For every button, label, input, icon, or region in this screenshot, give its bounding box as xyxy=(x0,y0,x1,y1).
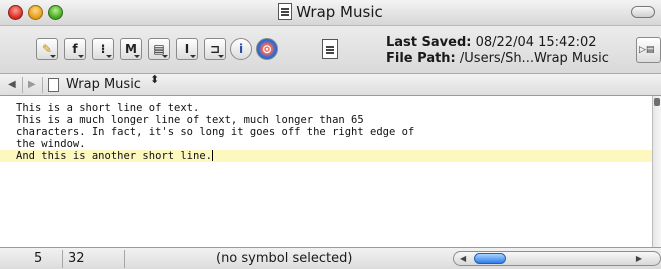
text-line: characters. In fact, it's so long it goe… xyxy=(16,126,415,138)
document-menu-updown-icon[interactable]: ⬍ xyxy=(150,74,159,85)
dropdown-triangle-icon xyxy=(218,55,224,58)
status-bar: 5 32 (no symbol selected) ◀ ▶ xyxy=(0,247,661,269)
dropdown-triangle-icon xyxy=(50,55,56,58)
markers-button[interactable]: ⁝ xyxy=(92,38,114,60)
documents-button[interactable]: ▤ xyxy=(148,38,170,60)
text-cursor-button[interactable]: I xyxy=(176,38,198,60)
toolbar-toggle-button[interactable] xyxy=(631,6,655,18)
document-menu-title[interactable]: Wrap Music xyxy=(66,77,141,92)
nav-divider xyxy=(42,77,43,93)
text-editor[interactable]: This is a short line of text. This is a … xyxy=(0,96,652,247)
window-title: Wrap Music xyxy=(296,3,383,21)
folder-button[interactable]: ⊐ xyxy=(204,38,226,60)
editor-window: Wrap Music ✎ f ⁝ M ▤ I ⊐ i ⊙ Last Saved:… xyxy=(0,0,661,269)
text-caret xyxy=(211,150,213,161)
status-divider xyxy=(124,250,125,268)
markers-icon: ⁝ xyxy=(100,42,106,56)
functions-button[interactable]: f xyxy=(64,38,86,60)
folder-icon: ⊐ xyxy=(209,42,221,56)
info-icon: i xyxy=(238,42,244,56)
get-info-button[interactable]: i xyxy=(230,38,252,60)
document-small-icon xyxy=(48,78,59,92)
text-line: the window. xyxy=(16,138,86,150)
current-line-text: And this is another short line. xyxy=(16,150,212,162)
toolbar: ✎ f ⁝ M ▤ I ⊐ i ⊙ Last Saved: 08/22/04 1… xyxy=(0,26,661,74)
title-bar: Wrap Music xyxy=(0,0,661,26)
document-proxy-icon[interactable] xyxy=(278,3,293,20)
macros-button[interactable]: M xyxy=(120,38,142,60)
dropdown-triangle-icon xyxy=(162,55,168,58)
current-text-line: And this is another short line. xyxy=(0,150,652,162)
scroll-left-icon[interactable]: ◀ xyxy=(460,254,466,263)
back-arrow-icon[interactable]: ◀ xyxy=(8,79,16,90)
column-number: 32 xyxy=(68,251,85,266)
text-options-button[interactable]: ✎ xyxy=(36,38,58,60)
browser-compass-icon: ⊙ xyxy=(261,42,273,56)
navigation-bar: ◀ ▶ Wrap Music ⬍ xyxy=(0,74,661,96)
preview-in-browser-button[interactable]: ⊙ xyxy=(256,38,278,60)
file-path-value: /Users/Sh...Wrap Music xyxy=(459,51,609,66)
last-saved-label: Last Saved: xyxy=(386,35,472,50)
dropdown-triangle-icon xyxy=(134,55,140,58)
vertical-scroll-thumb[interactable] xyxy=(654,98,660,106)
status-divider xyxy=(62,250,63,268)
document-icon[interactable] xyxy=(322,39,338,59)
file-path-label: File Path: xyxy=(386,51,456,66)
scroll-right-icon[interactable]: ▶ xyxy=(636,254,642,263)
window-title-group: Wrap Music xyxy=(0,3,661,21)
pencil-icon: ✎ xyxy=(41,42,53,56)
dropdown-triangle-icon xyxy=(78,55,84,58)
dropdown-triangle-icon xyxy=(190,55,196,58)
horizontal-scrollbar[interactable]: ◀ ▶ xyxy=(453,251,661,266)
line-number: 5 xyxy=(34,251,43,266)
nav-divider xyxy=(22,77,23,93)
toolbar-overflow-button[interactable]: ▷▤ xyxy=(636,37,661,63)
file-info: Last Saved: 08/22/04 15:42:02 File Path:… xyxy=(386,35,609,67)
text-line: This is a much longer line of text, much… xyxy=(16,114,364,126)
vertical-scrollbar[interactable] xyxy=(652,96,661,247)
text-line: This is a short line of text. xyxy=(16,102,200,114)
dropdown-triangle-icon xyxy=(106,55,112,58)
last-saved-row: Last Saved: 08/22/04 15:42:02 xyxy=(386,35,609,51)
file-path-row: File Path: /Users/Sh...Wrap Music xyxy=(386,51,609,67)
macro-icon: M xyxy=(125,42,137,56)
symbol-status[interactable]: (no symbol selected) xyxy=(216,251,352,266)
last-saved-value: 08/22/04 15:42:02 xyxy=(475,35,597,50)
function-icon: f xyxy=(72,42,78,56)
forward-arrow-icon[interactable]: ▶ xyxy=(28,79,36,90)
text-cursor-icon: I xyxy=(184,42,190,56)
horizontal-scroll-thumb[interactable] xyxy=(474,253,506,264)
document-list-icon: ▤ xyxy=(153,42,165,56)
